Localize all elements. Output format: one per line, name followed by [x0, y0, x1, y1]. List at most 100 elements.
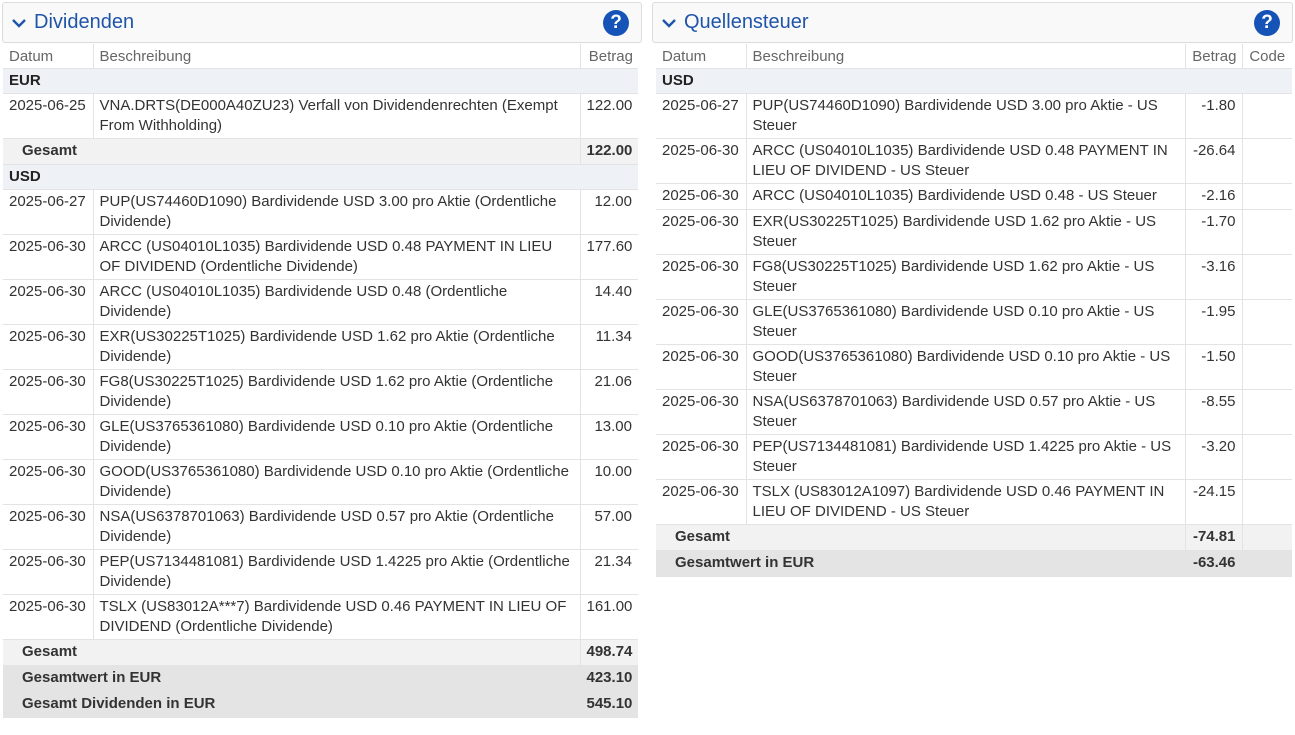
grand-total-row: Gesamt Dividenden in EUR 545.10 [3, 691, 638, 718]
table-row: 2025-06-30 FG8(US30225T1025) Bardividende… [656, 254, 1292, 300]
code-cell [1241, 93, 1292, 139]
date-cell: 2025-06-30 [3, 369, 93, 415]
code-cell [1241, 183, 1292, 210]
description-cell: NSA(US6378701063) Bardividende USD 0.57 … [92, 504, 580, 550]
withholding-panel-header[interactable]: Quellensteuer ? [652, 2, 1293, 43]
total-amount: -74.81 [1184, 524, 1242, 551]
code-cell [1241, 138, 1292, 184]
column-header-date[interactable]: Datum [3, 44, 93, 69]
code-cell [1241, 389, 1292, 435]
table-row: 2025-06-30 EXR(US30225T1025) Bardividende… [656, 209, 1292, 255]
code-cell [1241, 344, 1292, 390]
chevron-down-icon[interactable] [661, 15, 677, 31]
amount-cell: -1.80 [1184, 93, 1242, 139]
description-cell: EXR(US30225T1025) Bardividende USD 1.62 … [745, 209, 1185, 255]
table-row: 2025-06-30 TSLX (US83012A1097) Bardividen… [656, 479, 1292, 525]
code-cell [1241, 209, 1292, 255]
amount-cell: 177.60 [579, 234, 638, 280]
column-header-amount[interactable]: Betrag [1184, 44, 1242, 69]
currency-label: EUR [3, 68, 638, 94]
date-cell: 2025-06-30 [656, 209, 746, 255]
date-cell: 2025-06-30 [3, 459, 93, 505]
amount-cell: 161.00 [579, 594, 638, 640]
help-icon[interactable]: ? [1254, 10, 1280, 36]
currency-group-row: USD [656, 68, 1292, 94]
date-cell: 2025-06-30 [3, 549, 93, 595]
date-cell: 2025-06-30 [3, 324, 93, 370]
column-header-code[interactable]: Code [1241, 44, 1292, 69]
date-cell: 2025-06-30 [3, 414, 93, 460]
total-code [1241, 550, 1292, 577]
description-cell: VNA.DRTS(DE000A40ZU23) Verfall von Divid… [92, 93, 580, 139]
total-amount: 122.00 [579, 138, 638, 165]
description-cell: ARCC (US04010L1035) Bardividende USD 0.4… [745, 138, 1185, 184]
total-eur-label: Gesamtwert in EUR [3, 665, 580, 692]
description-cell: FG8(US30225T1025) Bardividende USD 1.62 … [745, 254, 1185, 300]
code-cell [1241, 299, 1292, 345]
dividends-panel-header[interactable]: Dividenden ? [2, 2, 642, 43]
date-cell: 2025-06-30 [656, 183, 746, 210]
column-header-date[interactable]: Datum [656, 44, 746, 69]
amount-cell: 12.00 [579, 189, 638, 235]
amount-cell: 57.00 [579, 504, 638, 550]
amount-cell: 21.06 [579, 369, 638, 415]
amount-cell: -1.95 [1184, 299, 1242, 345]
date-cell: 2025-06-30 [656, 138, 746, 184]
table-row: 2025-06-25 VNA.DRTS(DE000A40ZU23) Verfall… [3, 93, 638, 139]
total-eur-row: Gesamtwert in EUR -63.46 [656, 550, 1292, 577]
grand-total-amount: 545.10 [579, 691, 638, 718]
amount-cell: -1.70 [1184, 209, 1242, 255]
grand-total-label: Gesamt Dividenden in EUR [3, 691, 580, 718]
withholding-title: Quellensteuer [684, 11, 809, 33]
total-row: Gesamt 498.74 [3, 639, 638, 666]
date-cell: 2025-06-30 [3, 504, 93, 550]
description-cell: FG8(US30225T1025) Bardividende USD 1.62 … [92, 369, 580, 415]
date-cell: 2025-06-30 [3, 234, 93, 280]
table-row: 2025-06-30 NSA(US6378701063) Bardividende… [3, 504, 638, 550]
chevron-down-icon[interactable] [11, 15, 27, 31]
currency-group-row: EUR [3, 68, 638, 94]
date-cell: 2025-06-30 [656, 479, 746, 525]
amount-cell: 14.40 [579, 279, 638, 325]
date-cell: 2025-06-30 [3, 279, 93, 325]
description-cell: ARCC (US04010L1035) Bardividende USD 0.4… [92, 279, 580, 325]
table-row: 2025-06-30 FG8(US30225T1025) Bardividende… [3, 369, 638, 415]
table-row: 2025-06-30 ARCC (US04010L1035) Bardividen… [656, 183, 1292, 210]
table-header-row: Datum Beschreibung Betrag Code [656, 44, 1292, 69]
code-cell [1241, 479, 1292, 525]
date-cell: 2025-06-25 [3, 93, 93, 139]
date-cell: 2025-06-27 [656, 93, 746, 139]
description-cell: EXR(US30225T1025) Bardividende USD 1.62 … [92, 324, 580, 370]
code-cell [1241, 434, 1292, 480]
date-cell: 2025-06-30 [656, 299, 746, 345]
column-header-description[interactable]: Beschreibung [745, 44, 1185, 69]
description-cell: ARCC (US04010L1035) Bardividende USD 0.4… [745, 183, 1185, 210]
date-cell: 2025-06-30 [656, 254, 746, 300]
withholding-table: Datum Beschreibung Betrag Code USD 2025-0… [656, 44, 1292, 577]
description-cell: GOOD(US3765361080) Bardividende USD 0.10… [92, 459, 580, 505]
amount-cell: -2.16 [1184, 183, 1242, 210]
currency-group-row: USD [3, 164, 638, 190]
date-cell: 2025-06-30 [656, 344, 746, 390]
table-row: 2025-06-30 PEP(US7134481081) Bardividende… [3, 549, 638, 595]
amount-cell: -26.64 [1184, 138, 1242, 184]
date-cell: 2025-06-30 [656, 389, 746, 435]
total-code [1241, 524, 1292, 551]
total-eur-amount: -63.46 [1184, 550, 1242, 577]
total-label: Gesamt [3, 138, 580, 165]
amount-cell: -3.20 [1184, 434, 1242, 480]
total-label: Gesamt [656, 524, 1185, 551]
description-cell: TSLX (US83012A***7) Bardividende USD 0.4… [92, 594, 580, 640]
column-header-description[interactable]: Beschreibung [92, 44, 580, 69]
date-cell: 2025-06-30 [656, 434, 746, 480]
code-cell [1241, 254, 1292, 300]
description-cell: NSA(US6378701063) Bardividende USD 0.57 … [745, 389, 1185, 435]
description-cell: PEP(US7134481081) Bardividende USD 1.422… [745, 434, 1185, 480]
help-icon[interactable]: ? [603, 10, 629, 36]
column-header-amount[interactable]: Betrag [579, 44, 638, 69]
total-row: Gesamt 122.00 [3, 138, 638, 165]
total-eur-amount: 423.10 [579, 665, 638, 692]
table-row: 2025-06-30 GOOD(US3765361080) Bardividend… [3, 459, 638, 505]
description-cell: GOOD(US3765361080) Bardividende USD 0.10… [745, 344, 1185, 390]
total-eur-row: Gesamtwert in EUR 423.10 [3, 665, 638, 692]
